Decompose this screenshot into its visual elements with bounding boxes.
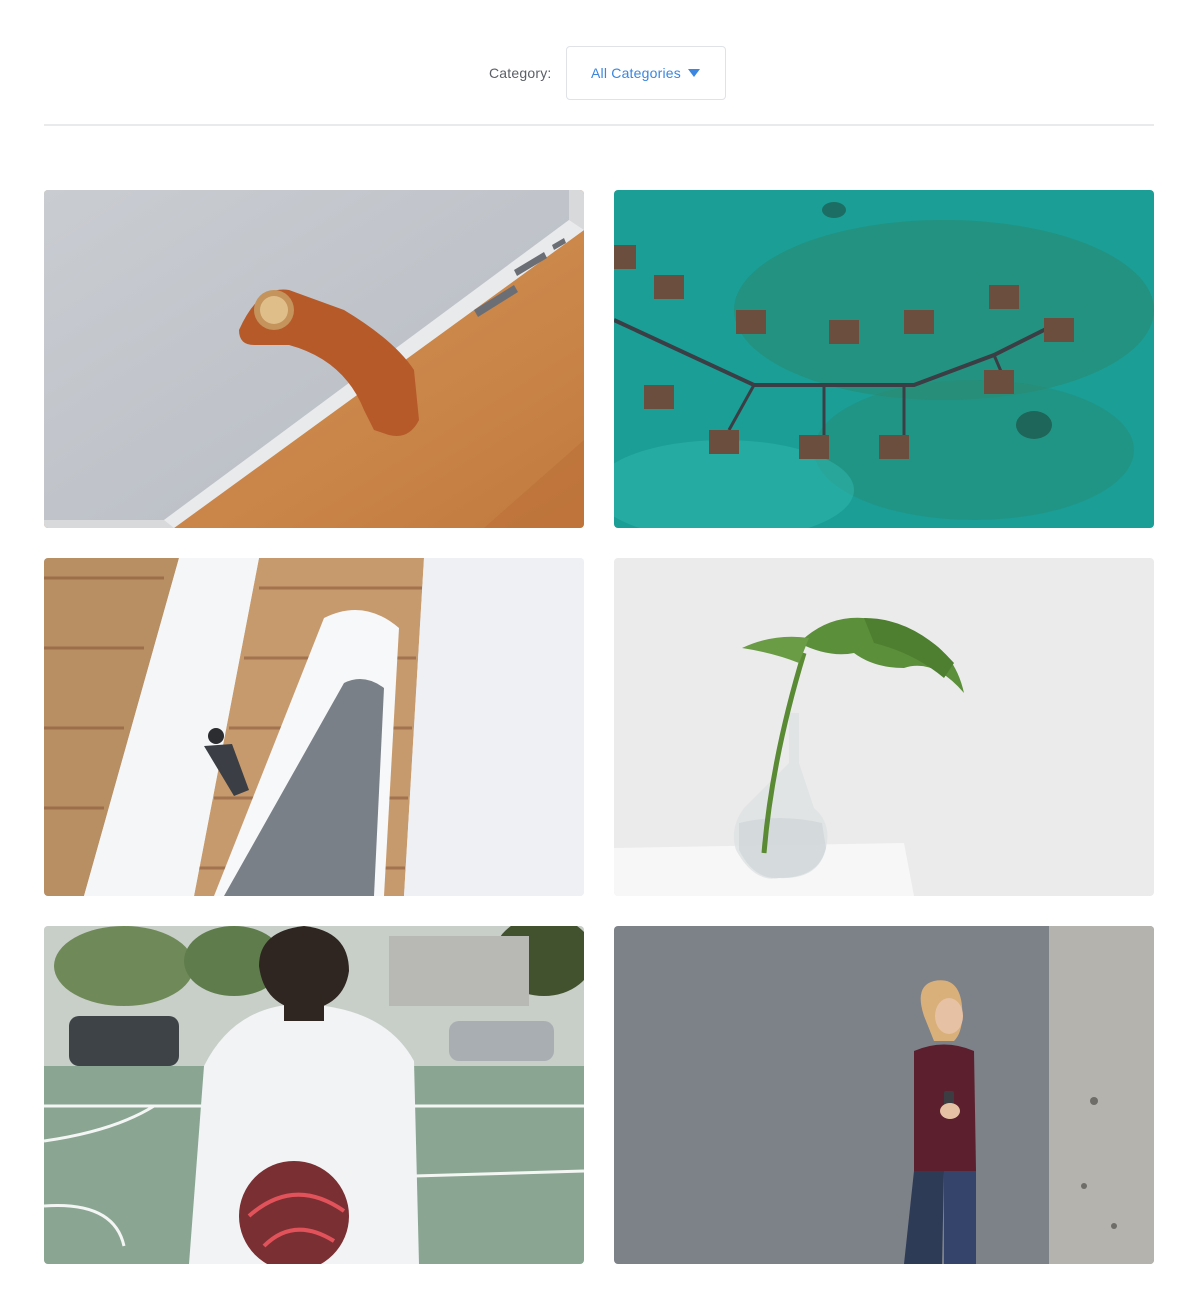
caret-down-icon xyxy=(687,68,700,77)
category-filter: Category: All Categories xyxy=(489,46,726,100)
gallery-item-monstera[interactable] xyxy=(614,558,1154,896)
bungalows-image xyxy=(614,190,1154,528)
gallery-item-basketball[interactable] xyxy=(44,926,584,1264)
gallery-item-bungalows[interactable] xyxy=(614,190,1154,528)
category-filter-bar: Category: All Categories xyxy=(44,0,1154,126)
gallery-item-laptop-sleeve[interactable] xyxy=(44,190,584,528)
basketball-image xyxy=(44,926,584,1264)
laptop-sleeve-image xyxy=(44,190,584,528)
category-label: Category: xyxy=(489,65,552,81)
category-select[interactable]: All Categories xyxy=(565,46,726,100)
gallery-item-woman-wall[interactable] xyxy=(614,926,1154,1264)
monstera-image xyxy=(614,558,1154,896)
category-select-value: All Categories xyxy=(591,65,681,81)
woman-wall-image xyxy=(614,926,1154,1264)
gallery-item-staircase[interactable] xyxy=(44,558,584,896)
staircase-image xyxy=(44,558,584,896)
gallery-grid xyxy=(44,190,1154,1264)
